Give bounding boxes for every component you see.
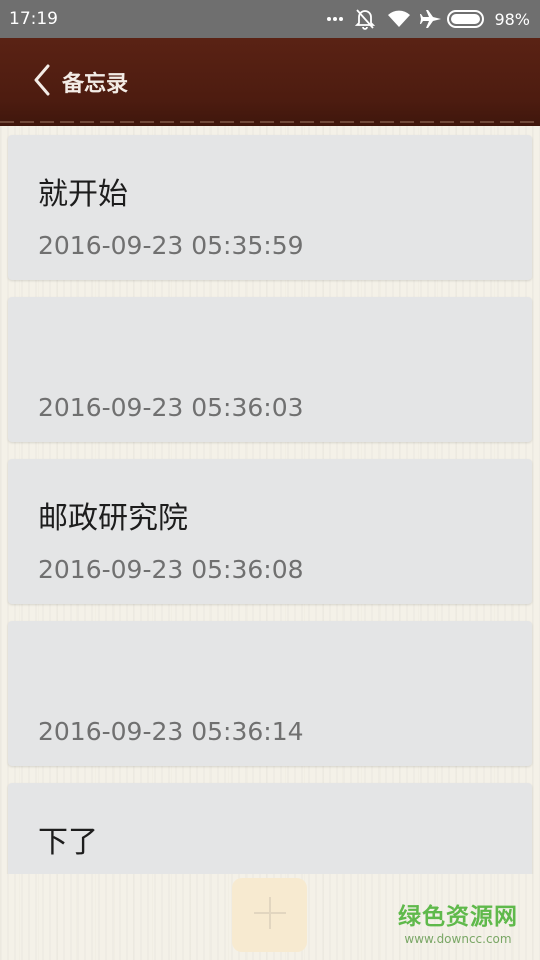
- memo-list[interactable]: 就开始 2016-09-23 05:35:59 2016-09-23 05:36…: [0, 126, 540, 874]
- memo-item[interactable]: 下了: [8, 783, 532, 874]
- memo-item[interactable]: 2016-09-23 05:36:14: [8, 621, 532, 766]
- memo-date: 2016-09-23 05:36:14: [38, 717, 304, 746]
- memo-item[interactable]: 就开始 2016-09-23 05:35:59: [8, 135, 532, 280]
- status-bar: 17:19 98%: [0, 0, 540, 38]
- more-dots-icon: [322, 16, 348, 22]
- watermark-url: www.downcc.com: [404, 932, 512, 946]
- plus-icon: [252, 895, 288, 935]
- memo-item[interactable]: 邮政研究院 2016-09-23 05:36:08: [8, 459, 532, 604]
- add-memo-button[interactable]: [232, 878, 307, 952]
- memo-title: 就开始: [38, 177, 128, 212]
- memo-date: 2016-09-23 05:35:59: [38, 231, 304, 260]
- bell-off-icon: [348, 8, 382, 30]
- memo-date: 2016-09-23 05:36:03: [38, 393, 304, 422]
- chevron-left-icon: [33, 64, 51, 100]
- airplane-icon: [416, 9, 446, 29]
- app-header: 备忘录: [0, 38, 540, 126]
- watermark: 绿色资源网 www.downcc.com: [398, 904, 518, 946]
- memo-title: 邮政研究院: [38, 501, 188, 536]
- memo-title: 下了: [38, 825, 98, 860]
- memo-item[interactable]: 2016-09-23 05:36:03: [8, 297, 532, 442]
- battery-icon: [446, 10, 488, 28]
- wifi-icon: [382, 10, 416, 28]
- status-time: 17:19: [9, 9, 58, 29]
- watermark-logo: 绿色资源网: [398, 904, 518, 930]
- bottom-bar: 绿色资源网 www.downcc.com: [0, 874, 540, 960]
- status-icons: 98%: [322, 8, 530, 30]
- memo-date: 2016-09-23 05:36:08: [38, 555, 304, 584]
- page-title: 备忘录: [62, 72, 129, 97]
- battery-percent: 98%: [494, 9, 530, 29]
